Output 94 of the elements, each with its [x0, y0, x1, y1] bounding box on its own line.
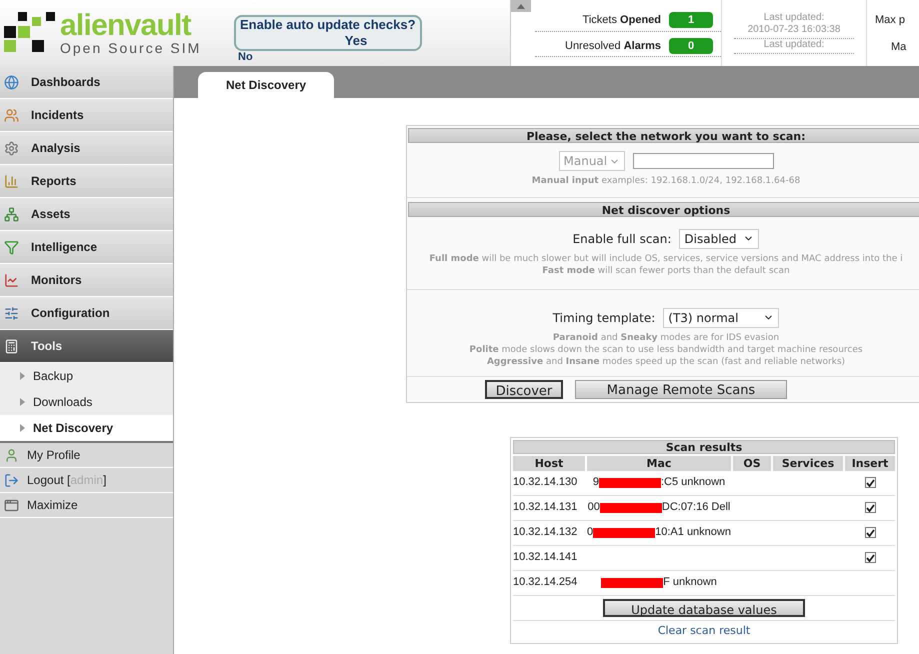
- manage-scans-button[interactable]: Manage Remote Scans: [575, 380, 787, 398]
- calculator-icon: [4, 338, 19, 354]
- mac-cell-text: 00: [588, 500, 600, 516]
- host-cell-text: 10.32.14.132: [513, 525, 578, 540]
- logo-icon: [4, 12, 56, 54]
- help-text: Fast mode will scan fewer ports than the default scan: [542, 264, 790, 276]
- mac-cell-text: :C5 unknown: [660, 475, 726, 490]
- submenu-item[interactable]: Backup: [0, 363, 173, 389]
- triangle-icon: [20, 398, 25, 406]
- column-header: Insert: [845, 456, 895, 470]
- field-label: Enable full scan:: [572, 232, 672, 244]
- user-icon: [4, 448, 19, 462]
- stat-label: Tickets Opened: [582, 13, 661, 28]
- last-updated-time: 2010-07-23 16:03:38: [748, 24, 840, 36]
- insert-checkbox[interactable]: [864, 502, 876, 513]
- collapse-handle[interactable]: [511, 0, 531, 12]
- stat-label: Max p: [874, 13, 906, 28]
- stat-label: Unresolved Alarms: [565, 38, 661, 54]
- help-text: Polite mode slows down the scan to use less bandwidth and target machine resources: [469, 344, 863, 356]
- column-header: Host: [513, 456, 585, 470]
- full-scan-select[interactable]: Disabled: [679, 228, 760, 248]
- host-cell-text: 10.32.14.141: [513, 550, 578, 566]
- sidebar-item[interactable]: Monitors: [0, 264, 173, 297]
- globe-icon: [4, 74, 19, 90]
- host-cell-text: 10.32.14.254: [513, 575, 578, 590]
- chart-icon: [4, 174, 19, 188]
- redaction-mark: [601, 578, 664, 588]
- redaction-mark: [593, 528, 656, 538]
- section-header: Please, select the network you want to scan:: [408, 128, 919, 143]
- yes-link[interactable]: Yes: [288, 33, 368, 49]
- stat-label: Ma: [890, 40, 908, 54]
- mac-cell-text: 9: [592, 475, 599, 490]
- sidebar-item[interactable]: Assets: [0, 198, 173, 231]
- check-icon: [866, 478, 874, 486]
- line-chart-icon: [4, 272, 19, 288]
- sidebar-item[interactable]: Dashboards: [0, 66, 173, 99]
- insert-checkbox[interactable]: [864, 477, 876, 488]
- insert-checkbox[interactable]: [864, 552, 876, 563]
- host-cell-text: 10.32.14.131: [513, 500, 578, 516]
- field-label: Timing template:: [552, 312, 656, 324]
- stat-count[interactable]: 0: [669, 38, 713, 54]
- sliders-icon: [4, 306, 19, 320]
- submenu-item[interactable]: Net Discovery: [0, 415, 173, 441]
- insert-checkbox[interactable]: [864, 527, 876, 538]
- sidebar-item[interactable]: Intelligence: [0, 231, 173, 264]
- submenu-item[interactable]: Downloads: [0, 389, 173, 415]
- redaction-mark: [600, 502, 662, 512]
- column-header: Mac: [587, 456, 731, 470]
- mac-cell-text: 0: [587, 525, 594, 540]
- column-header: OS: [733, 456, 771, 470]
- sidebar-link[interactable]: My Profile: [0, 443, 173, 468]
- help-text: Paranoid and Sneaky modes are for IDS evasion: [552, 332, 780, 344]
- mac-cell-text: DC:07:16 Dell: [662, 500, 730, 516]
- sidebar-item[interactable]: Analysis: [0, 132, 173, 165]
- section-header: Net discover options: [408, 202, 919, 216]
- tab[interactable]: Net Discovery: [198, 72, 334, 98]
- help-text: Aggressive and Insane modes speed up the scan (fast and reliable networks): [486, 356, 846, 368]
- sidebar-item[interactable]: Tools: [0, 330, 173, 363]
- update-button[interactable]: Update database values: [603, 598, 805, 616]
- timing-select[interactable]: (T3) normal: [663, 308, 780, 328]
- sidebar-link[interactable]: Maximize: [0, 493, 173, 518]
- sidebar-item[interactable]: Reports: [0, 165, 173, 198]
- redaction-mark: [598, 478, 661, 488]
- logo-text: alienvault: [60, 11, 192, 41]
- network-icon: [4, 206, 19, 222]
- check-icon: [866, 554, 874, 562]
- input-hint: Manual input examples: 192.168.1.0/24, 192.168.1.64-68: [532, 175, 800, 188]
- host-cell-text: 10.32.14.130: [513, 475, 578, 490]
- clear-link[interactable]: Clear scan result: [658, 622, 750, 639]
- last-updated-label: Last updated:: [764, 12, 824, 24]
- update-question: Enable auto update checks?: [240, 17, 416, 33]
- triangle-icon: [20, 424, 25, 432]
- sidebar-item[interactable]: Incidents: [0, 99, 173, 132]
- mac-cell-text: F unknown: [663, 575, 717, 590]
- mac-cell-text: 10:A1 unknown: [655, 525, 731, 540]
- help-text: Full mode will be much slower but will include OS, services, service versions and MAC address into the i: [429, 252, 903, 264]
- users-icon: [4, 108, 19, 122]
- funnel-icon: [4, 240, 19, 254]
- stat-count[interactable]: 1: [669, 12, 713, 28]
- no-link[interactable]: No: [238, 51, 253, 63]
- sidebar-item[interactable]: Configuration: [0, 297, 173, 330]
- up-arrow-icon: [517, 4, 525, 8]
- column-header: Services: [773, 456, 843, 470]
- gear-icon: [4, 140, 19, 156]
- logout-icon: [4, 472, 19, 488]
- logo-tagline: Open Source SIM: [60, 41, 202, 55]
- window-icon: [4, 498, 19, 512]
- table-title: Scan results: [513, 440, 895, 454]
- check-icon: [866, 528, 874, 536]
- discover-button[interactable]: Discover: [485, 380, 563, 398]
- check-icon: [866, 504, 874, 512]
- network-input[interactable]: [632, 153, 774, 169]
- last-updated-label: Last updated:: [764, 39, 824, 51]
- triangle-icon: [20, 372, 25, 380]
